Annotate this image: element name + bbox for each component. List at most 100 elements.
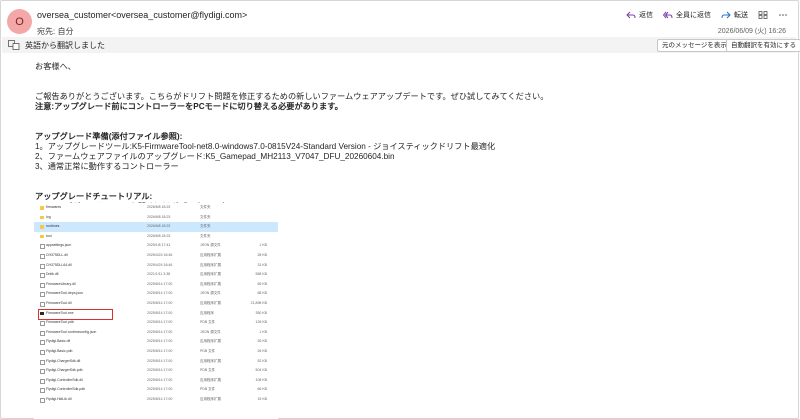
file-name: FirmwareTool.runtimeconfig.json	[46, 329, 97, 334]
file-row: FirmwareTool.dll 2025/8/14 17:00 应用程序扩展 21,…	[34, 299, 278, 309]
show-original-button[interactable]: 元のメッセージを表示	[657, 39, 732, 52]
file-date: 2025/8/14 17:00	[147, 358, 173, 363]
file-date: 2026/6/8 18:23	[147, 214, 171, 219]
file-name: log	[46, 214, 51, 219]
message-body: お客様へ、 ご報告ありがとうございます。こちらがドリフト問題を修正するための新し…	[35, 62, 548, 212]
file-type: 应用程序扩展	[200, 262, 221, 267]
file-size: 108 KB	[255, 377, 267, 382]
file-icon	[40, 321, 45, 327]
file-size: 21,898 KB	[250, 300, 267, 305]
file-size: 504 KB	[255, 368, 267, 373]
file-row: FirmwareTool.deps.json 2025/8/14 17:00 JSO…	[34, 289, 278, 299]
forward-label: 転送	[734, 12, 748, 19]
file-row: firmwares 2026/6/8 18:23 文件夹	[34, 203, 278, 213]
file-size: 15 KB	[257, 396, 267, 401]
file-size: 26 KB	[257, 339, 267, 344]
file-row: Flydigi.ChargerSdk.dll 2025/8/14 17:00 应用程…	[34, 357, 278, 367]
more-icon	[779, 14, 787, 16]
file-icon	[40, 253, 45, 259]
file-row: appsettings.json 2025/1/8 17:41 JSON 源文件 1 …	[34, 241, 278, 251]
file-date: 2025/8/14 17:00	[147, 281, 173, 286]
more-options-button[interactable]	[778, 11, 788, 19]
reply-all-icon	[663, 11, 673, 19]
file-row: CH375DLL64.dll 2025/4/24 16:46 应用程序扩展 31 KB	[34, 261, 278, 271]
file-date: 2025/8/14 17:00	[147, 396, 173, 401]
file-row: runtimes 2026/6/8 18:23 文件夹	[34, 222, 278, 232]
enable-auto-translate-button[interactable]: 自動翻訳を有効にする	[726, 39, 800, 52]
received-date: 2026/06/09 (火) 16:26	[717, 28, 786, 35]
tutorial-heading: アップグレードチュートリアル:	[35, 192, 153, 201]
file-size: 65 KB	[257, 281, 267, 286]
file-name: Flydigi.ControllerSdk.pdb	[46, 387, 86, 392]
translation-bar: 英語から翻訳しました 元のメッセージを表示 自動翻訳を有効にする	[2, 37, 800, 53]
file-date: 2025/8/14 17:00	[147, 320, 173, 325]
file-row: CH375DLL.dll 2025/4/24 16:46 应用程序扩展 28 KB	[34, 251, 278, 261]
reply-icon	[626, 11, 636, 19]
folder-icon	[40, 234, 44, 239]
file-date: 2025/4/24 16:46	[147, 252, 173, 257]
file-row: Flydigi.Basic.pdb 2025/8/14 17:00 PDB 文件 26…	[34, 347, 278, 357]
file-icon	[40, 273, 45, 279]
sender-address[interactable]: oversea_customer<oversea_customer@flydig…	[37, 10, 247, 20]
file-row: Flydigi.ControllerSdk.dll 2025/8/14 17:00…	[34, 376, 278, 386]
file-icon	[40, 340, 45, 346]
file-row: Flydigi.Basic.dll 2025/8/14 17:00 应用程序扩展 26…	[34, 337, 278, 347]
file-date: 2026/6/8 18:23	[147, 205, 171, 209]
file-row: log 2026/6/8 18:23 文件夹	[34, 213, 278, 223]
file-type: 应用程序扩展	[200, 339, 221, 344]
file-type: 应用程序扩展	[200, 358, 221, 363]
file-date: 2025/8/14 17:00	[147, 310, 173, 315]
prep-heading: アップグレード準備(添付ファイル参照):	[35, 132, 183, 141]
prep-item-1: 1。アップグレードツール:K5-FirmwareTool-net8.0-wind…	[35, 142, 496, 151]
file-name: CH375DLL64.dll	[46, 262, 72, 267]
file-type: 应用程序扩展	[200, 252, 221, 257]
embedded-file-list-screenshot: firmwares 2026/6/8 18:23 文件夹 log 2026/6/8 18…	[34, 203, 278, 419]
forward-button[interactable]: 転送	[721, 10, 748, 20]
file-size: 68 KB	[257, 291, 267, 296]
file-size: 52 KB	[257, 358, 267, 363]
file-type: PDB 文件	[200, 348, 216, 353]
file-icon	[40, 282, 45, 288]
file-type: JSON 源文件	[200, 291, 221, 296]
file-name: CH375DLL.dll	[46, 252, 68, 257]
file-name: FirmwareTool.dll	[46, 300, 72, 305]
file-icon	[40, 378, 45, 384]
file-row: Flydigi.ChargerSdk.pdb 2025/8/14 17:00 PDB…	[34, 366, 278, 376]
file-name: FirmwareTool.deps.json	[46, 291, 83, 296]
file-icon	[40, 388, 45, 394]
translate-icon	[8, 40, 20, 50]
file-name: FirmwareLibrary.dll	[46, 281, 76, 286]
file-date: 2025/8/14 17:00	[147, 339, 173, 344]
reply-all-button[interactable]: 全員に返信	[663, 10, 711, 20]
greeting: お客様へ、	[35, 62, 76, 71]
file-type: 应用程序	[200, 310, 214, 315]
body-line-1: ご報告ありがとうございます。こちらがドリフト問題を修正するための新しいファームウ…	[35, 92, 549, 101]
file-icon	[40, 359, 45, 365]
reply-button[interactable]: 返信	[626, 10, 653, 20]
file-icon	[40, 369, 45, 375]
file-name: Flydigi.ChargerSdk.dll	[46, 358, 81, 363]
file-type: JSON 源文件	[200, 329, 221, 334]
file-type: JSON 源文件	[200, 243, 221, 248]
avatar[interactable]: O	[7, 9, 32, 34]
highlight-box	[38, 309, 113, 320]
folder-icon	[40, 215, 44, 220]
file-size: 66 KB	[257, 387, 267, 392]
grid-view-button[interactable]	[758, 11, 768, 19]
prep-item-3: 3、通常正常に動作するコントローラー	[35, 162, 179, 171]
file-row: FirmwareTool.runtimeconfig.json 2025/8/14…	[34, 328, 278, 338]
file-type: 文件夹	[200, 233, 211, 238]
file-type: 文件夹	[200, 224, 211, 229]
file-name: Flydigi.HidLib.dll	[46, 396, 72, 401]
file-name: runtimes	[46, 224, 60, 229]
file-name: Flydigi.ChargerSdk.pdb	[46, 368, 83, 373]
file-row: Dnlib.dll 2021/1/11 3:38 应用程序扩展 558 KB	[34, 270, 278, 280]
reply-label: 返信	[639, 12, 653, 19]
file-icon	[40, 397, 45, 403]
file-date: 2025/8/14 17:00	[147, 377, 173, 382]
file-size: 350 KB	[255, 310, 267, 315]
file-row: Flydigi.HidLib.dll 2025/8/14 17:00 应用程序扩展 1…	[34, 395, 278, 405]
file-date: 2025/8/14 17:00	[147, 291, 173, 296]
file-date: 2026/6/8 18:23	[147, 224, 171, 229]
file-row: Flydigi.ControllerSdk.pdb 2025/8/14 17:00…	[34, 385, 278, 395]
